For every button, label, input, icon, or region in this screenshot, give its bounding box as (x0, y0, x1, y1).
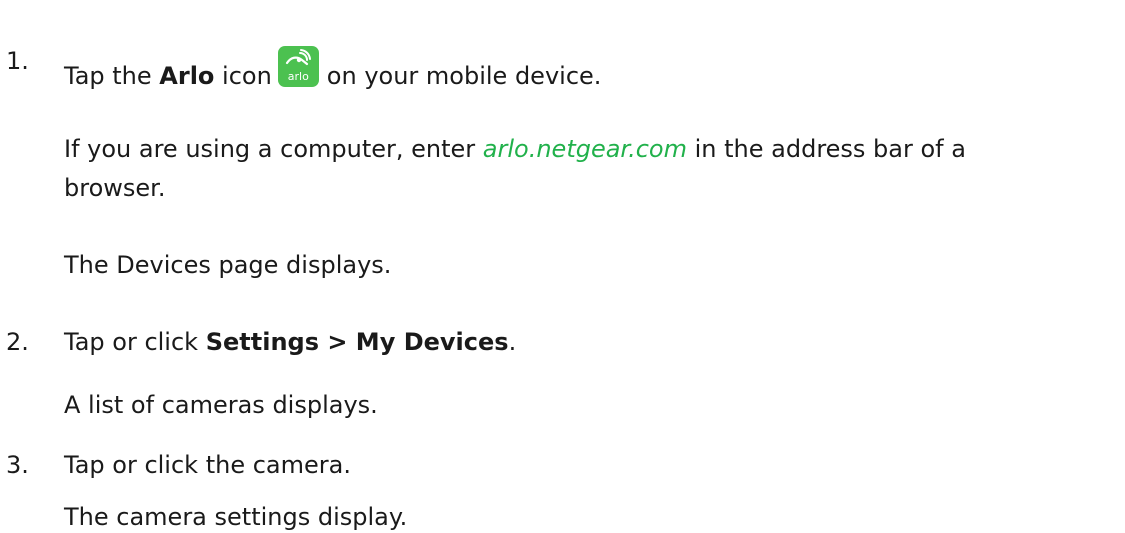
step-2-result: A list of cameras displays. (64, 391, 378, 419)
step-1-number: 1. (6, 47, 29, 75)
arlo-app-icon[interactable]: arlo (277, 46, 319, 87)
step-1-result: The Devices page displays. (64, 251, 392, 279)
step-1-note-text-after: in the address bar of a (686, 135, 966, 163)
step-1-note: If you are using a computer, enter arlo.… (64, 134, 966, 164)
step-1-text-after: icon (214, 62, 272, 90)
step-2-instruction: Tap or click Settings > My Devices. (64, 327, 516, 357)
step-1-note-text: If you are using a computer, enter (64, 135, 483, 163)
step-2-text-after: . (508, 328, 517, 356)
step-1-bold-arlo: Arlo (159, 62, 215, 90)
step-1-note-continued: browser. (64, 174, 166, 202)
step-1-text-after-icon: on your mobile device. (326, 62, 602, 90)
step-2-text-before: Tap or click (64, 328, 206, 356)
step-3-number: 3. (6, 451, 29, 479)
arlo-icon-label: arlo (287, 70, 309, 83)
step-3-result: The camera settings display. (64, 503, 408, 531)
arlo-netgear-link[interactable]: arlo.netgear.com (483, 135, 687, 163)
step-1-text-before: Tap the (64, 62, 160, 90)
step-1-instruction: Tap the Arlo icon arlo on your mobile devi… (64, 46, 601, 91)
step-3-instruction: Tap or click the camera. (64, 451, 351, 479)
arlo-bird-icon (285, 49, 311, 66)
step-2-bold-path: Settings > My Devices (205, 328, 509, 356)
step-2-number: 2. (6, 328, 29, 356)
